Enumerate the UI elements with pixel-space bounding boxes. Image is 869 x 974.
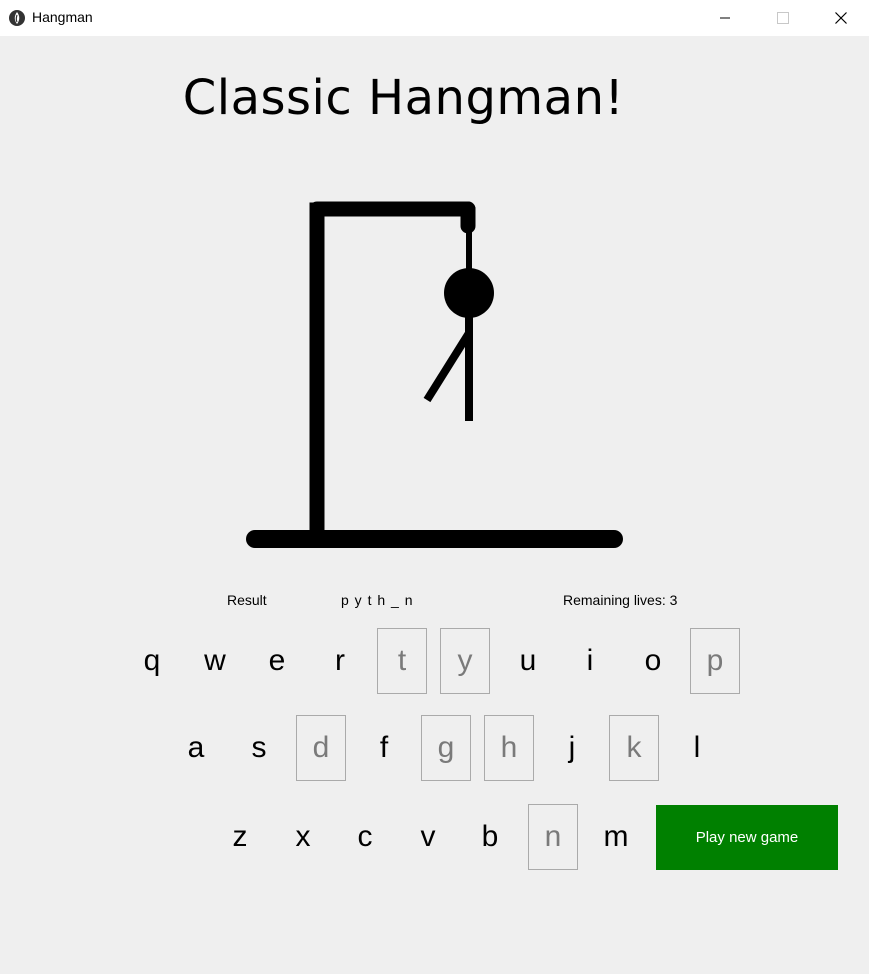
key-e[interactable]: e — [252, 628, 302, 694]
key-g[interactable]: g — [421, 715, 471, 781]
key-h[interactable]: h — [484, 715, 534, 781]
key-r[interactable]: r — [315, 628, 365, 694]
key-f[interactable]: f — [359, 715, 409, 781]
play-new-game-button[interactable]: Play new game — [656, 805, 838, 870]
key-l[interactable]: l — [672, 715, 722, 781]
key-y[interactable]: y — [440, 628, 490, 694]
hangman-left-arm — [423, 330, 473, 403]
lives-remaining: Remaining lives: 3 — [563, 592, 678, 608]
key-i[interactable]: i — [565, 628, 615, 694]
key-m[interactable]: m — [591, 804, 641, 870]
result-label: Result — [227, 592, 267, 608]
key-s[interactable]: s — [234, 715, 284, 781]
key-o[interactable]: o — [628, 628, 678, 694]
key-a[interactable]: a — [171, 715, 221, 781]
key-b[interactable]: b — [465, 804, 515, 870]
key-v[interactable]: v — [403, 804, 453, 870]
key-x[interactable]: x — [278, 804, 328, 870]
key-k[interactable]: k — [609, 715, 659, 781]
key-t[interactable]: t — [377, 628, 427, 694]
key-c[interactable]: c — [340, 804, 390, 870]
key-j[interactable]: j — [547, 715, 597, 781]
key-u[interactable]: u — [503, 628, 553, 694]
app-window: Hangman Classic Hangman! Result p y t h … — [0, 0, 869, 974]
key-z[interactable]: z — [215, 804, 265, 870]
key-n[interactable]: n — [528, 804, 578, 870]
key-d[interactable]: d — [296, 715, 346, 781]
word-display: p y t h _ n — [341, 592, 414, 608]
key-w[interactable]: w — [190, 628, 240, 694]
key-p[interactable]: p — [690, 628, 740, 694]
key-q[interactable]: q — [127, 628, 177, 694]
